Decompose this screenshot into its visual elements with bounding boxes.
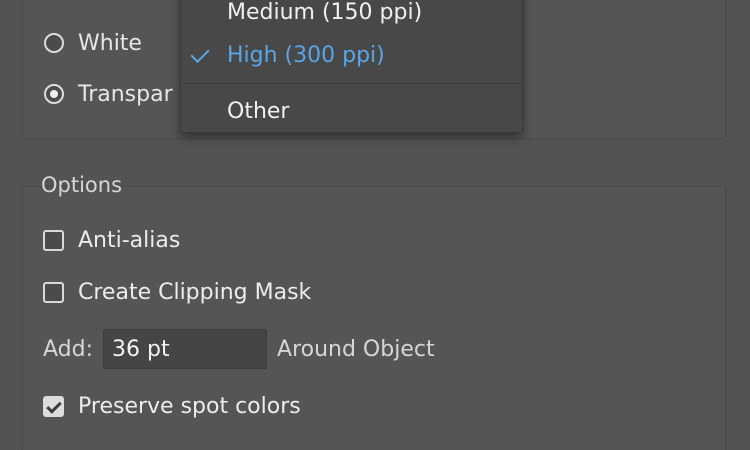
export-options-panel: White Transpar Options Anti-alias Create…: [0, 0, 750, 450]
menu-item-other[interactable]: Other: [181, 89, 522, 133]
checkmark-icon: [190, 43, 210, 64]
radio-transparent-button[interactable]: [44, 84, 64, 104]
clipping-mask-checkbox[interactable]: [43, 281, 64, 303]
spot-colors-label: Preserve spot colors: [78, 393, 301, 419]
spot-colors-option[interactable]: Preserve spot colors: [43, 391, 301, 421]
anti-alias-label: Anti-alias: [78, 227, 181, 253]
menu-item-medium[interactable]: Medium (150 ppi): [181, 0, 522, 34]
anti-alias-checkbox[interactable]: [43, 229, 64, 251]
menu-item-high-label: High (300 ppi): [227, 42, 385, 68]
add-amount-input[interactable]: [103, 329, 268, 369]
resolution-dropdown-menu: Medium (150 ppi) High (300 ppi) Other: [180, 0, 523, 133]
radio-transparent-label: Transpar: [78, 81, 173, 107]
clipping-mask-label: Create Clipping Mask: [78, 279, 312, 305]
radio-transparent[interactable]: Transpar: [44, 79, 173, 109]
around-object-label: Around Object: [277, 336, 435, 362]
clipping-mask-option[interactable]: Create Clipping Mask: [43, 277, 311, 307]
radio-white-button[interactable]: [44, 33, 64, 53]
options-legend: Options: [41, 173, 123, 197]
radio-white-label: White: [78, 30, 142, 56]
anti-alias-option[interactable]: Anti-alias: [43, 225, 180, 255]
spot-colors-checkbox[interactable]: [43, 395, 64, 417]
menu-item-other-label: Other: [227, 98, 290, 124]
add-around-object-row: Add: Around Object: [43, 328, 435, 370]
radio-white[interactable]: White: [44, 28, 142, 58]
menu-item-high[interactable]: High (300 ppi): [181, 33, 522, 77]
menu-item-medium-label: Medium (150 ppi): [227, 0, 423, 25]
menu-separator: [181, 83, 522, 84]
add-label: Add:: [43, 336, 94, 362]
